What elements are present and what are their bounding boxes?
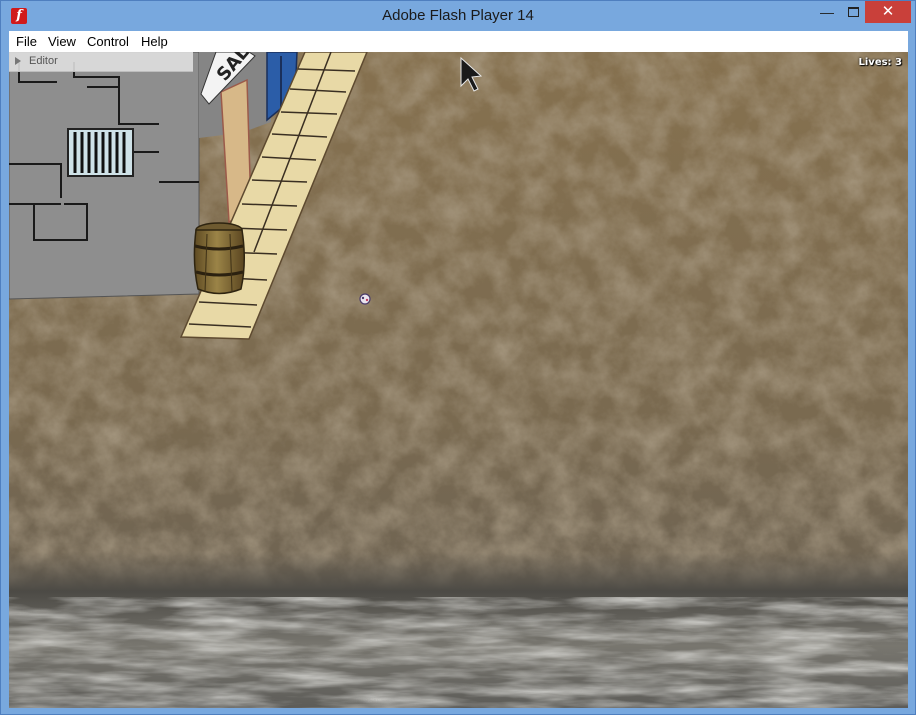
menu-file[interactable]: File	[16, 34, 37, 49]
menu-bar: File View Control Help	[9, 31, 908, 53]
window-title: Adobe Flash Player 14	[382, 7, 534, 24]
close-icon: ✕	[881, 3, 895, 20]
water-shoreline	[9, 552, 908, 708]
menu-file-label: File	[16, 34, 37, 49]
title-bar[interactable]: f Adobe Flash Player 14 — ✕	[1, 1, 915, 31]
game-stage[interactable]: SAL Editor Lives: 3	[9, 52, 908, 708]
maximize-icon	[847, 6, 859, 17]
minimize-button[interactable]: —	[813, 1, 841, 23]
menu-help-label: Help	[141, 34, 168, 49]
player-character	[359, 293, 371, 305]
menu-control-label: Control	[87, 34, 129, 49]
menu-view-label: View	[48, 34, 76, 49]
maximize-button[interactable]	[839, 1, 867, 23]
editor-panel-toggle[interactable]: Editor	[9, 52, 193, 72]
menu-help[interactable]: Help	[141, 34, 168, 49]
game-scene: SAL	[9, 52, 908, 708]
minimize-icon: —	[820, 4, 834, 20]
expand-triangle-icon	[15, 57, 21, 65]
menu-control[interactable]: Control	[87, 34, 129, 49]
lives-counter: Lives: 3	[858, 57, 903, 68]
flash-player-window: f Adobe Flash Player 14 — ✕ File View Co…	[0, 0, 916, 715]
editor-label: Editor	[29, 55, 58, 67]
menu-view[interactable]: View	[48, 34, 76, 49]
barred-window	[67, 128, 134, 177]
barrel	[193, 222, 245, 295]
close-button[interactable]: ✕	[865, 1, 911, 23]
